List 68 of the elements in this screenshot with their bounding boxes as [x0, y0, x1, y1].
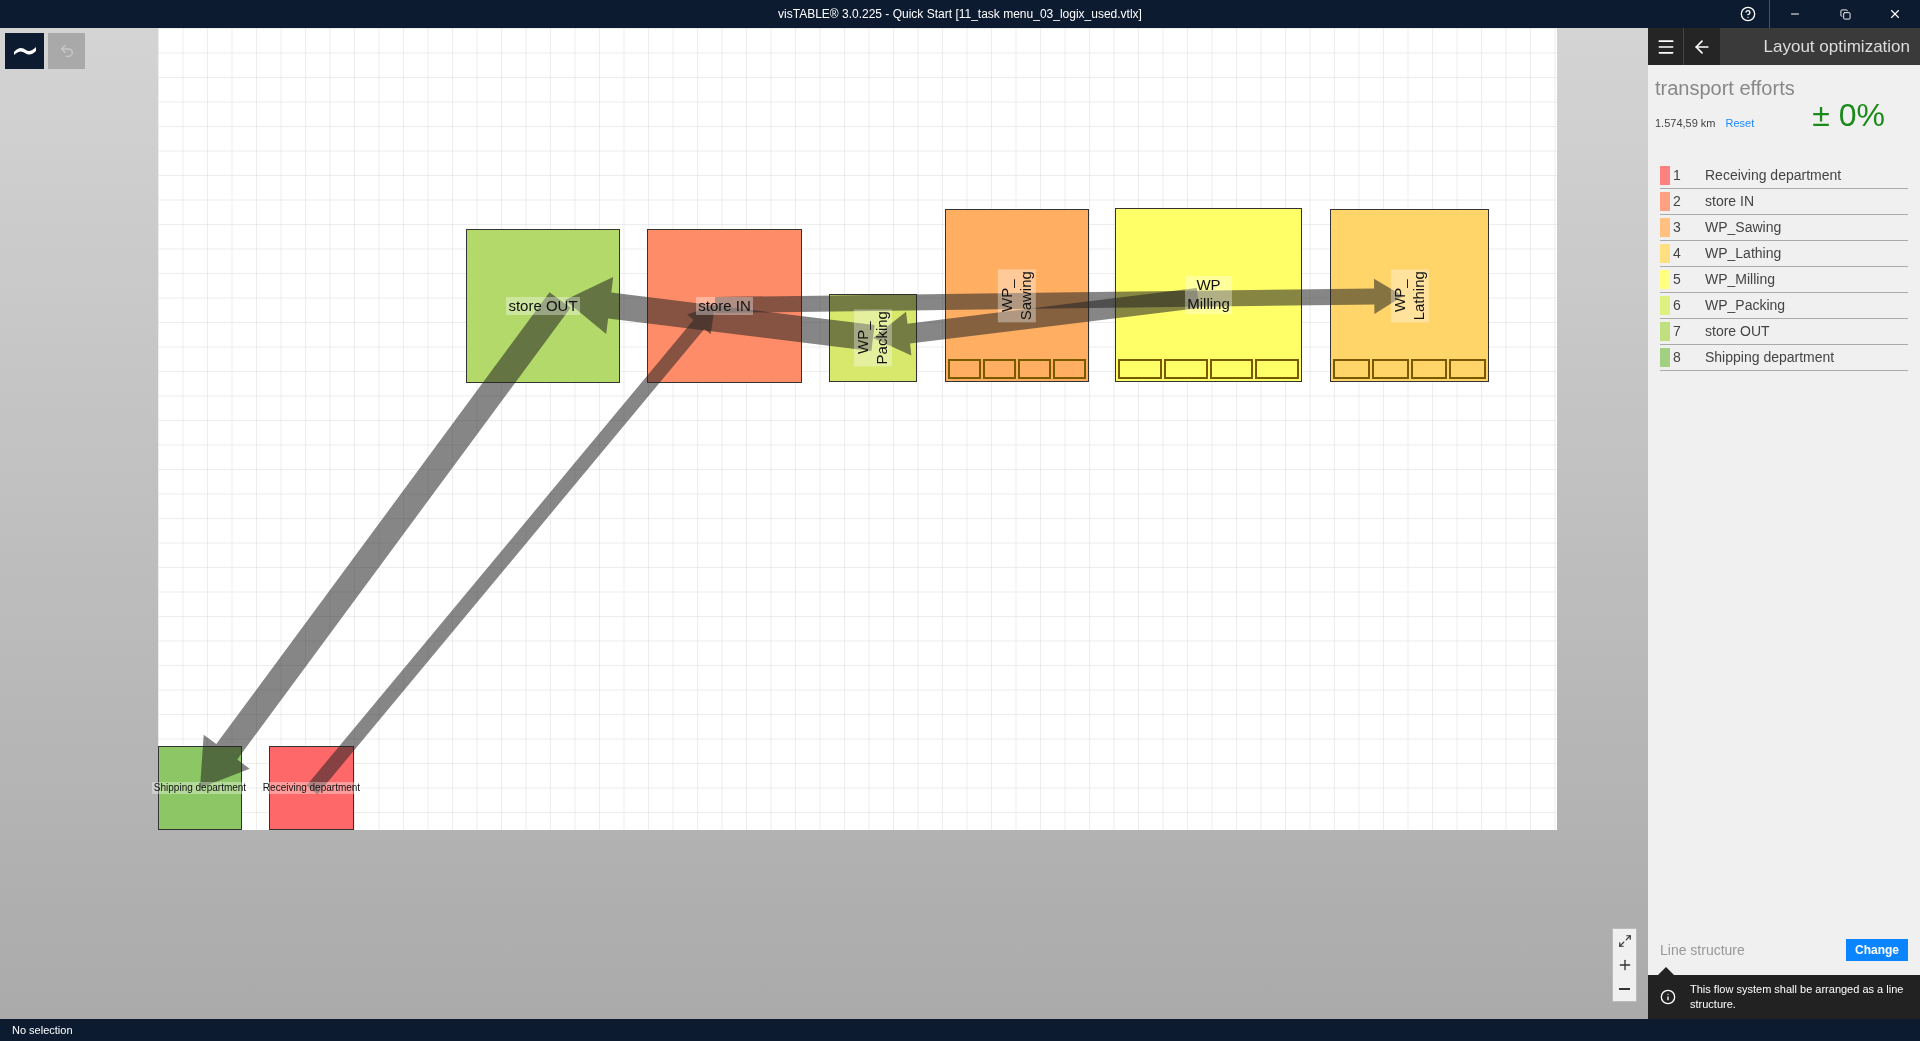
station-outline: [948, 359, 981, 379]
minus-icon: [1619, 988, 1630, 990]
change-button[interactable]: Change: [1846, 939, 1908, 961]
legend-row[interactable]: 8 Shipping department: [1660, 345, 1908, 371]
area-label: store IN: [696, 296, 753, 316]
legend-number: 7: [1673, 322, 1682, 341]
legend-name: store OUT: [1705, 322, 1770, 341]
legend-name: store IN: [1705, 192, 1754, 211]
station-outline: [1410, 359, 1448, 379]
station-outline: [1255, 359, 1299, 379]
legend-row[interactable]: 6 WP_Packing: [1660, 293, 1908, 319]
area-block[interactable]: [829, 294, 917, 382]
legend-number: 3: [1673, 218, 1682, 237]
legend-number: 5: [1673, 270, 1682, 289]
help-icon: [1739, 6, 1756, 22]
undo-icon: [58, 43, 75, 59]
legend-row[interactable]: 3 WP_Sawing: [1660, 215, 1908, 241]
legend-number: 6: [1673, 296, 1682, 315]
area-block[interactable]: [945, 209, 1089, 382]
menu-button[interactable]: [1648, 28, 1684, 65]
info-icon: [1660, 989, 1676, 1005]
area-block[interactable]: [1115, 208, 1302, 382]
structure-label: Line structure: [1660, 940, 1745, 960]
area-block[interactable]: [647, 229, 802, 383]
legend-number: 2: [1673, 192, 1682, 211]
area-label: WP_ Packing: [854, 309, 892, 367]
legend-number: 8: [1673, 348, 1682, 367]
change-percent: ± 0%: [1812, 96, 1885, 135]
logo-button[interactable]: [5, 33, 44, 69]
legend-row[interactable]: 7 store OUT: [1660, 319, 1908, 345]
distance-value: 1.574,59 km: [1655, 115, 1716, 131]
station-outline: [1209, 359, 1254, 379]
station-outline: [1163, 359, 1208, 379]
close-icon: [1888, 7, 1902, 21]
expand-icon: [1617, 934, 1632, 948]
area-block[interactable]: [1330, 209, 1489, 382]
legend-row[interactable]: 4 WP_Lathing: [1660, 241, 1908, 267]
station-outline: [1371, 359, 1409, 379]
back-button[interactable]: [1684, 28, 1720, 65]
legend-name: Receiving department: [1705, 166, 1842, 185]
restore-icon: [1839, 8, 1851, 20]
station-outline: [983, 359, 1016, 379]
area-label: WP_ Lathing: [1390, 268, 1429, 323]
legend-name: WP_Packing: [1705, 296, 1786, 315]
section-title: transport efforts: [1655, 76, 1796, 101]
station-outline: [1118, 359, 1162, 379]
area-label: store OUT: [506, 296, 580, 316]
legend-name: WP_Sawing: [1705, 218, 1782, 237]
legend-row[interactable]: 2 store IN: [1660, 189, 1908, 215]
area-label: WP Milling: [1185, 276, 1232, 314]
window-title: visTABLE® 3.0.225 - Quick Start [11_task menu_03_logix_used.vtlx]: [778, 6, 1142, 23]
area-label: Shipping department: [151, 781, 249, 795]
legend-row[interactable]: 5 WP_Milling: [1660, 267, 1908, 293]
legend-number: 4: [1673, 244, 1682, 263]
station-outline: [1333, 359, 1370, 379]
status-text: No selection: [12, 1022, 73, 1038]
station-outline: [1053, 359, 1086, 379]
area-block[interactable]: [466, 229, 620, 383]
panel-title: Layout optimization: [1763, 35, 1910, 58]
legend-name: Shipping department: [1705, 348, 1835, 367]
area-label: WP_ Sawing: [998, 268, 1036, 323]
legend-name: WP_Lathing: [1705, 244, 1782, 263]
legend-number: 1: [1673, 166, 1682, 185]
legend-row[interactable]: 1 Receiving department: [1660, 163, 1908, 189]
legend-name: WP_Milling: [1705, 270, 1775, 289]
info-text: This flow system shall be arranged as a line structure.: [1690, 982, 1905, 1012]
station-outline: [1449, 359, 1486, 379]
station-outline: [1018, 359, 1051, 379]
